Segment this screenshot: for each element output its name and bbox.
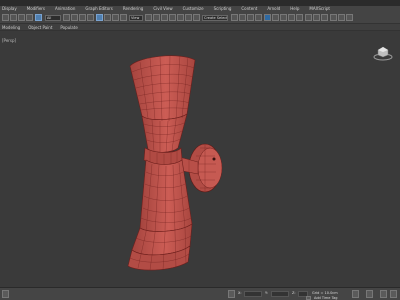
tab-object-paint[interactable]: Object Paint: [28, 24, 52, 31]
z-label: Z:: [292, 291, 296, 295]
x-label: X:: [238, 291, 242, 295]
filter-dropdown[interactable]: All: [45, 15, 61, 21]
time-tag-icon[interactable]: [306, 296, 311, 300]
selection-set-dropdown[interactable]: Create Selection Se: [202, 15, 228, 21]
arnold-icon[interactable]: [330, 14, 337, 21]
align-icon[interactable]: [239, 14, 246, 21]
scene-explorer-icon[interactable]: [255, 14, 262, 21]
select-by-name-icon[interactable]: [71, 14, 78, 21]
curve-editor-icon[interactable]: [272, 14, 279, 21]
grid-size-text: Grid = 10.0cm: [312, 291, 338, 295]
link-icon[interactable]: [18, 14, 25, 21]
toggle-ribbon-icon[interactable]: [264, 14, 271, 21]
snap-icon[interactable]: [169, 14, 176, 21]
lock-selection-icon[interactable]: [228, 290, 235, 298]
scale-icon[interactable]: [112, 14, 119, 21]
y-label: Y:: [265, 291, 268, 295]
key-filters-icon[interactable]: [380, 290, 387, 298]
rendered-frame-icon[interactable]: [305, 14, 312, 21]
upper-shade[interactable]: [129, 54, 196, 154]
mirror-icon[interactable]: [231, 14, 238, 21]
tab-modeling[interactable]: Modeling: [2, 24, 20, 31]
pan-icon[interactable]: [390, 290, 397, 298]
auto-key-icon[interactable]: [352, 290, 359, 298]
schematic-view-icon[interactable]: [280, 14, 287, 21]
ribbon-tabs: Modeling Object Paint Populate: [0, 24, 400, 31]
undo-icon[interactable]: [2, 14, 9, 21]
keyboard-shortcut-icon[interactable]: [161, 14, 168, 21]
render-setup-icon[interactable]: [296, 14, 303, 21]
set-key-icon[interactable]: [366, 290, 373, 298]
unlink-icon[interactable]: [26, 14, 33, 21]
redo-icon[interactable]: [10, 14, 17, 21]
move-icon[interactable]: [96, 14, 103, 21]
rotate-icon[interactable]: [104, 14, 111, 21]
status-bar: X: Y: Z: Grid = 10.0cm Add Time Tag: [0, 287, 400, 300]
material-editor-icon[interactable]: [288, 14, 295, 21]
select-object-icon[interactable]: [63, 14, 70, 21]
maxscript-listener-icon[interactable]: [2, 290, 9, 298]
spinner-snap-icon[interactable]: [193, 14, 200, 21]
add-time-tag[interactable]: Add Time Tag: [314, 296, 338, 300]
percent-snap-icon[interactable]: [185, 14, 192, 21]
render-iterative-icon[interactable]: [321, 14, 328, 21]
perspective-viewport[interactable]: [Persp]: [0, 36, 400, 287]
tab-populate[interactable]: Populate: [60, 24, 77, 31]
wall-lamp-mesh[interactable]: [0, 36, 400, 287]
place-icon[interactable]: [120, 14, 127, 21]
y-coordinate-field[interactable]: [271, 291, 289, 297]
cloud-render-icon[interactable]: [338, 14, 345, 21]
rect-region-icon[interactable]: [79, 14, 86, 21]
x-coordinate-field[interactable]: [244, 291, 262, 297]
select-icon[interactable]: [35, 14, 42, 21]
main-toolbar: All View Create Selection Se: [0, 12, 400, 24]
view-dropdown[interactable]: View: [129, 15, 143, 21]
help-icon[interactable]: [346, 14, 353, 21]
pivot-icon[interactable]: [145, 14, 152, 21]
render-production-icon[interactable]: [313, 14, 320, 21]
window-crossing-icon[interactable]: [87, 14, 94, 21]
angle-snap-icon[interactable]: [177, 14, 184, 21]
layer-icon[interactable]: [247, 14, 254, 21]
select-manipulate-icon[interactable]: [153, 14, 160, 21]
lower-shade[interactable]: [127, 159, 193, 271]
